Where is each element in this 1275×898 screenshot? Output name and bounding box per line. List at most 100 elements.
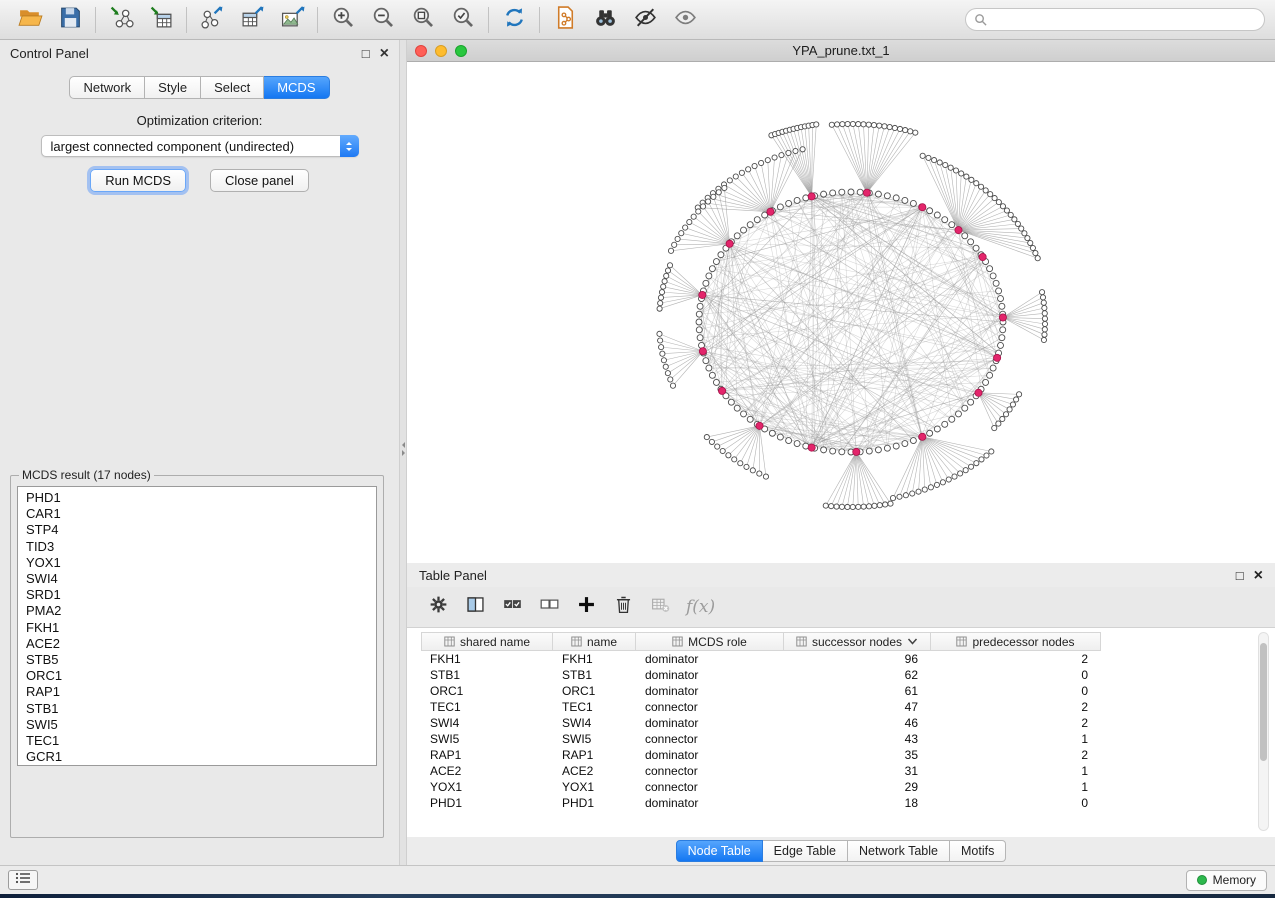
zoom-in-button[interactable]: [323, 4, 363, 36]
close-panel-icon[interactable]: ×: [380, 47, 389, 60]
table-cell[interactable]: dominator: [636, 652, 784, 666]
table-cell[interactable]: dominator: [636, 684, 784, 698]
table-cell[interactable]: dominator: [636, 796, 784, 810]
tab-mcds[interactable]: MCDS: [264, 76, 329, 99]
table-cell[interactable]: 0: [931, 796, 1101, 810]
table-cell[interactable]: 2: [931, 748, 1101, 762]
memory-button[interactable]: Memory: [1186, 870, 1267, 891]
table-cell[interactable]: 2: [931, 716, 1101, 730]
table-cell[interactable]: STB1: [421, 668, 553, 682]
table-row[interactable]: ORC1ORC1dominator610: [421, 683, 1275, 699]
function-builder-button[interactable]: f(x): [686, 597, 715, 617]
table-cell[interactable]: FKH1: [421, 652, 553, 666]
mcds-result-item[interactable]: STB5: [18, 652, 376, 668]
table-cell[interactable]: dominator: [636, 748, 784, 762]
table-cell[interactable]: 1: [931, 732, 1101, 746]
table-cell[interactable]: 0: [931, 684, 1101, 698]
import-table-button[interactable]: [141, 4, 181, 36]
refresh-view-button[interactable]: [494, 4, 534, 36]
mcds-result-item[interactable]: GCR1: [18, 749, 376, 765]
table-cell[interactable]: 62: [784, 668, 931, 682]
mcds-result-item[interactable]: FKH1: [18, 620, 376, 636]
show-columns-button[interactable]: [460, 592, 490, 622]
table-cell[interactable]: connector: [636, 780, 784, 794]
search-input[interactable]: [992, 13, 1256, 27]
close-panel-button[interactable]: Close panel: [210, 169, 309, 192]
table-row[interactable]: FKH1FKH1dominator962: [421, 651, 1275, 667]
table-scrollbar[interactable]: [1258, 632, 1269, 831]
tab-style[interactable]: Style: [145, 76, 201, 99]
table-row[interactable]: PHD1PHD1dominator180: [421, 795, 1275, 811]
table-cell[interactable]: RAP1: [553, 748, 636, 762]
column-header-successor-nodes[interactable]: successor nodes: [784, 632, 931, 651]
table-row[interactable]: SWI4SWI4dominator462: [421, 715, 1275, 731]
table-cell[interactable]: 43: [784, 732, 931, 746]
table-cell[interactable]: PHD1: [421, 796, 553, 810]
mcds-result-item[interactable]: TID3: [18, 539, 376, 555]
table-cell[interactable]: 31: [784, 764, 931, 778]
zoom-out-button[interactable]: [363, 4, 403, 36]
table-cell[interactable]: 29: [784, 780, 931, 794]
column-header-name[interactable]: name: [553, 632, 636, 651]
float-table-panel-icon[interactable]: □: [1236, 569, 1244, 582]
table-cell[interactable]: 2: [931, 700, 1101, 714]
table-cell[interactable]: connector: [636, 764, 784, 778]
tab-select[interactable]: Select: [201, 76, 264, 99]
mcds-result-item[interactable]: TEC1: [18, 733, 376, 749]
deselect-all-button[interactable]: [534, 592, 564, 622]
table-cell[interactable]: 1: [931, 764, 1101, 778]
float-panel-icon[interactable]: □: [362, 47, 370, 60]
table-cell[interactable]: FKH1: [553, 652, 636, 666]
table-cell[interactable]: SWI4: [553, 716, 636, 730]
mcds-result-item[interactable]: SRD1: [18, 587, 376, 603]
tab-edge-table[interactable]: Edge Table: [763, 840, 848, 862]
mcds-result-item[interactable]: ORC1: [18, 668, 376, 684]
table-cell[interactable]: TEC1: [553, 700, 636, 714]
table-row[interactable]: STB1STB1dominator620: [421, 667, 1275, 683]
panel-splitter[interactable]: [400, 40, 406, 865]
table-cell[interactable]: SWI4: [421, 716, 553, 730]
export-table-button[interactable]: [232, 4, 272, 36]
mcds-result-item[interactable]: CAR1: [18, 506, 376, 522]
table-cell[interactable]: connector: [636, 700, 784, 714]
import-network-button[interactable]: [101, 4, 141, 36]
table-cell[interactable]: RAP1: [421, 748, 553, 762]
delete-column-button[interactable]: [608, 592, 638, 622]
mcds-result-list[interactable]: PHD1CAR1STP4TID3YOX1SWI4SRD1PMA2FKH1ACE2…: [17, 486, 377, 766]
table-cell[interactable]: 96: [784, 652, 931, 666]
share-document-button[interactable]: [545, 4, 585, 36]
add-column-button[interactable]: [571, 592, 601, 622]
table-row[interactable]: TEC1TEC1connector472: [421, 699, 1275, 715]
mcds-result-item[interactable]: SWI4: [18, 571, 376, 587]
mcds-result-item[interactable]: STB1: [18, 701, 376, 717]
criterion-dropdown[interactable]: largest connected component (undirected): [41, 135, 359, 157]
table-cell[interactable]: 61: [784, 684, 931, 698]
table-cell[interactable]: dominator: [636, 716, 784, 730]
mcds-result-item[interactable]: PHD1: [18, 490, 376, 506]
mcds-result-item[interactable]: PMA2: [18, 603, 376, 619]
tab-network-table[interactable]: Network Table: [848, 840, 950, 862]
mcds-result-item[interactable]: STP4: [18, 522, 376, 538]
mcds-result-item[interactable]: SWI5: [18, 717, 376, 733]
mcds-result-item[interactable]: ACE2: [18, 636, 376, 652]
mcds-result-item[interactable]: YOX1: [18, 555, 376, 571]
table-row[interactable]: SWI5SWI5connector431: [421, 731, 1275, 747]
table-cell[interactable]: SWI5: [421, 732, 553, 746]
task-history-button[interactable]: [8, 870, 38, 890]
table-cell[interactable]: YOX1: [553, 780, 636, 794]
table-cell[interactable]: 35: [784, 748, 931, 762]
find-button[interactable]: [585, 4, 625, 36]
zoom-selected-button[interactable]: [443, 4, 483, 36]
save-session-button[interactable]: [50, 4, 90, 36]
zoom-fit-button[interactable]: [403, 4, 443, 36]
table-row[interactable]: ACE2ACE2connector311: [421, 763, 1275, 779]
table-cell[interactable]: PHD1: [553, 796, 636, 810]
tab-motifs[interactable]: Motifs: [950, 840, 1006, 862]
column-header-shared-name[interactable]: shared name: [421, 632, 553, 651]
table-cell[interactable]: ACE2: [421, 764, 553, 778]
table-cell[interactable]: 46: [784, 716, 931, 730]
graphics-details-button[interactable]: [625, 4, 665, 36]
table-cell[interactable]: dominator: [636, 668, 784, 682]
export-image-button[interactable]: [272, 4, 312, 36]
table-cell[interactable]: TEC1: [421, 700, 553, 714]
